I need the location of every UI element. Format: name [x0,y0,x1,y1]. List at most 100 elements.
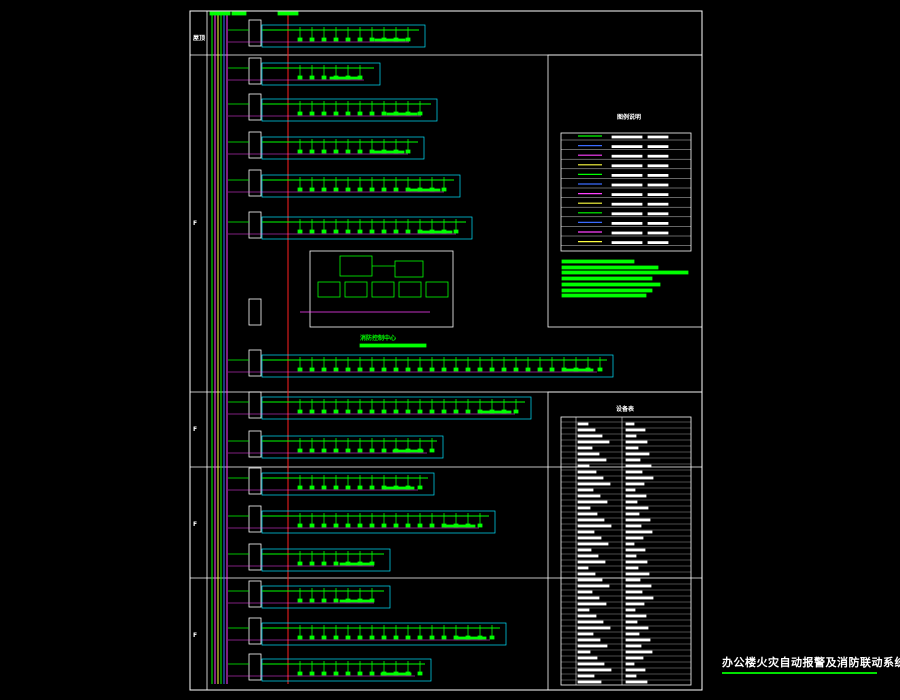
device-strip-6 [562,368,594,372]
device-symbol-2 [357,111,363,116]
loop-frame-6 [261,354,614,378]
device-symbol-11 [321,561,327,566]
equipment-spec-31 [625,608,636,612]
device-symbol-7 [381,409,387,414]
floor-label-lower: F [193,521,198,528]
device-symbol-10 [369,523,375,528]
device-symbol-9 [309,485,315,490]
equipment-name-18 [577,530,595,534]
device-symbol-8 [297,448,303,453]
device-symbol-5 [453,229,459,234]
legend-note-bar-1 [561,265,659,270]
control-center-label: 消防控制中心 [360,335,397,342]
equipment-spec-0 [625,422,635,426]
device-symbol-13 [357,635,363,640]
device-symbol-9 [357,485,363,490]
equipment-spec-21 [625,548,646,552]
device-symbol-13 [489,635,495,640]
equipment-spec-35 [625,632,640,636]
device-symbol-7 [441,409,447,414]
device-symbol-6 [357,367,363,372]
device-symbol-11 [333,561,339,566]
legend-title: 图例说明 [617,114,642,121]
device-symbol-7 [333,409,339,414]
legend-desc-2 [611,154,643,158]
equipment-spec-26 [625,578,641,582]
equipment-spec-3 [625,440,648,444]
device-symbol-5 [297,229,303,234]
device-symbol-14 [345,671,351,676]
floor-label-middle: F [193,426,198,433]
device-symbol-7 [297,409,303,414]
floor-label-roof: 屋顶 [193,35,206,42]
legend-desc-0 [611,135,643,139]
equipment-spec-27 [625,584,652,588]
device-symbol-0 [369,37,375,42]
loop-frame-3 [261,136,425,160]
legend-note-bar-5 [561,288,653,293]
device-symbol-13 [297,635,303,640]
device-symbol-10 [309,523,315,528]
device-symbol-4 [393,187,399,192]
legend-note-4 [647,173,669,177]
device-symbol-7 [357,409,363,414]
device-symbol-5 [417,229,423,234]
device-strip-2 [386,112,418,116]
device-symbol-3 [357,149,363,154]
device-symbol-6 [525,367,531,372]
equipment-name-26 [577,578,603,582]
device-symbol-6 [369,367,375,372]
control-panel-node [248,298,262,326]
legend-desc-10 [611,231,643,235]
equipment-name-3 [577,440,610,444]
equipment-name-17 [577,524,612,528]
equipment-name-42 [577,674,595,678]
device-symbol-13 [405,635,411,640]
legend-note-11 [647,241,669,245]
equipment-spec-43 [625,680,648,684]
bus-tag-right [277,11,299,16]
schematic-drawing [189,10,703,691]
equipment-spec-38 [625,650,653,654]
equipment-name-34 [577,626,611,630]
device-symbol-10 [417,523,423,528]
device-symbol-10 [333,523,339,528]
equipment-spec-32 [625,614,647,618]
equipment-name-24 [577,566,589,570]
equipment-name-21 [577,548,592,552]
equipment-spec-28 [625,590,643,594]
equipment-spec-33 [625,620,638,624]
device-symbol-7 [405,409,411,414]
equipment-spec-42 [625,674,637,678]
device-strip-0 [374,38,406,42]
device-symbol-13 [417,635,423,640]
equipment-name-9 [577,476,604,480]
device-symbol-6 [333,367,339,372]
device-symbol-6 [297,367,303,372]
equipment-spec-36 [625,638,651,642]
equipment-spec-30 [625,602,645,606]
device-symbol-10 [429,523,435,528]
device-symbol-3 [345,149,351,154]
device-symbol-1 [309,75,315,80]
device-symbol-7 [345,409,351,414]
device-symbol-8 [321,448,327,453]
equipment-name-23 [577,560,606,564]
legend-note-1 [647,145,669,149]
equipment-spec-29 [625,596,654,600]
equipment-spec-20 [625,542,635,546]
loop-frame-1 [261,62,381,86]
equipment-spec-13 [625,500,638,504]
device-symbol-10 [381,523,387,528]
device-symbol-13 [381,635,387,640]
drawing-title-block: 办公楼火灾自动报警及消防联动系统图(一) [722,654,900,674]
device-symbol-10 [393,523,399,528]
equipment-spec-6 [625,458,641,462]
floor-label-upper: F [193,220,198,227]
bus-tag-mid [231,11,247,16]
legend-note-2 [647,154,669,158]
device-symbol-4 [357,187,363,192]
legend-note-bar-6 [561,293,647,298]
equipment-table-title: 设备表 [616,406,635,413]
device-symbol-5 [405,229,411,234]
